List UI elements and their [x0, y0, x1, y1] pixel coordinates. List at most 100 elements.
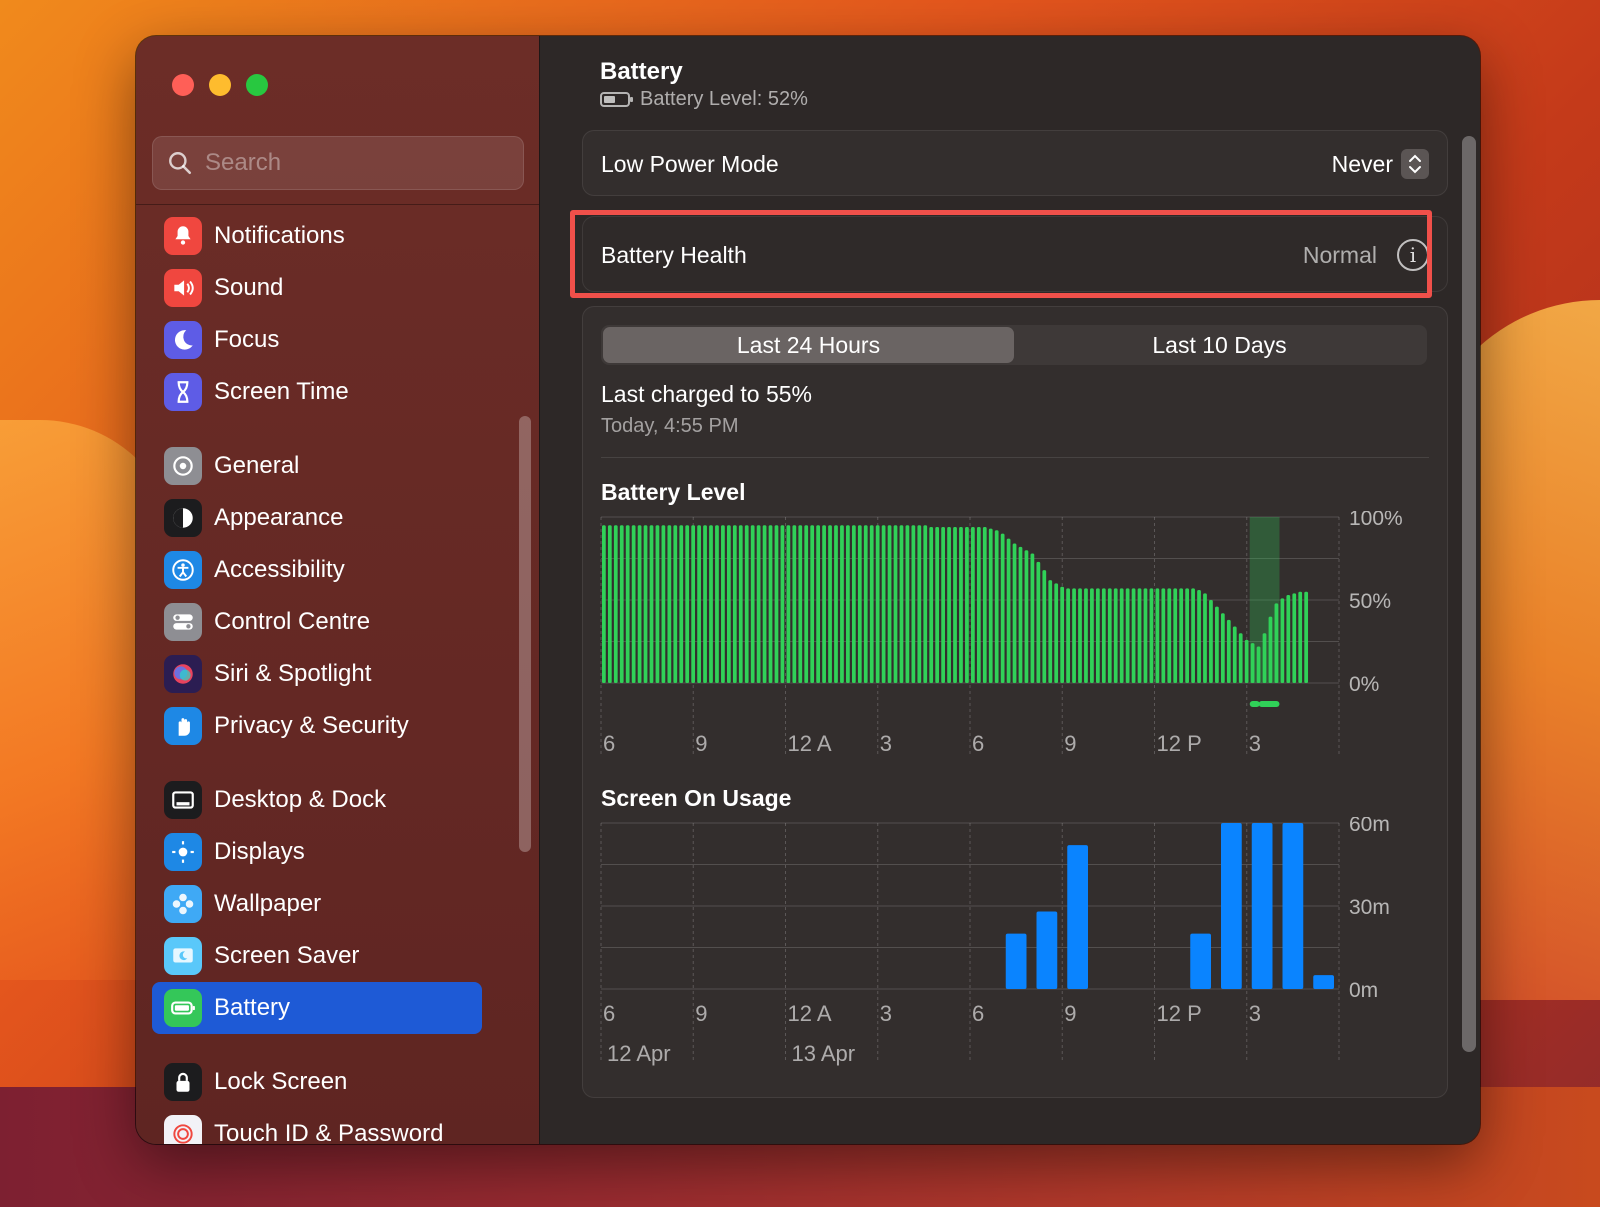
main-scrollbar[interactable]: [1462, 136, 1476, 1052]
battery-level-bar: [649, 525, 654, 683]
screen-usage-bar: [1221, 823, 1242, 989]
low-power-value: Never: [1331, 150, 1393, 177]
battery-level-bar: [1215, 606, 1219, 683]
battery-level-bar: [697, 525, 701, 683]
toggles-icon: [164, 603, 202, 641]
battery-level-bar: [1084, 588, 1088, 683]
close-button[interactable]: [172, 74, 194, 96]
battery-level-bar: [1042, 570, 1047, 683]
battery-level-bar: [607, 525, 612, 683]
battery-level-bar: [1119, 588, 1124, 683]
sidebar: Notifications Sound Focus Screen Time Genera…: [136, 36, 540, 1144]
battery-level-bar: [875, 525, 880, 683]
battery-level-bar: [965, 526, 969, 683]
tab-last-10-days[interactable]: Last 10 Days: [1014, 327, 1425, 363]
speaker-icon: [164, 269, 202, 307]
sidebar-item-desktop-dock[interactable]: Desktop & Dock: [152, 774, 492, 826]
battery-level-bar: [1173, 588, 1178, 683]
sidebar-item-siri-spotlight[interactable]: Siri & Spotlight: [152, 648, 492, 700]
y-tick-label: 50%: [1349, 590, 1391, 613]
sidebar-item-accessibility[interactable]: Accessibility: [152, 544, 492, 596]
battery-level-bar: [935, 526, 940, 683]
battery-level-bar: [643, 525, 648, 683]
battery-level-bar: [726, 525, 731, 683]
battery-level-bar: [768, 525, 773, 683]
sidebar-item-general[interactable]: General: [152, 440, 492, 492]
sidebar-item-focus[interactable]: Focus: [152, 314, 492, 366]
x-tick-label: 6: [972, 1001, 984, 1026]
charging-indicator: [1249, 701, 1260, 707]
battery-level-bar: [994, 530, 999, 683]
battery-level-bar: [673, 525, 678, 683]
battery-level-bar: [1161, 588, 1166, 683]
sidebar-item-appearance[interactable]: Appearance: [152, 492, 492, 544]
sidebar-item-control-centre[interactable]: Control Centre: [152, 596, 492, 648]
x-tick-label: 3: [880, 731, 892, 756]
sidebar-item-privacy-security[interactable]: Privacy & Security: [152, 700, 492, 752]
x-tick-label: 9: [1064, 731, 1076, 756]
battery-level-bar: [715, 525, 719, 683]
battery-level-bar: [1149, 588, 1154, 683]
tab-last-24-hours[interactable]: Last 24 Hours: [603, 327, 1014, 363]
battery-level-bar: [959, 526, 963, 683]
battery-level-bar: [947, 526, 951, 683]
battery-level-bar: [1101, 588, 1106, 683]
flower-icon: [164, 885, 202, 923]
search-field[interactable]: [152, 136, 524, 190]
screen-usage-bar: [1313, 975, 1334, 989]
sidebar-item-label: General: [214, 452, 300, 479]
battery-level-bar: [625, 525, 630, 683]
sidebar-item-lock-screen[interactable]: Lock Screen: [152, 1056, 492, 1108]
sidebar-item-touch-id-password[interactable]: Touch ID & Password: [152, 1108, 492, 1144]
sidebar-item-wallpaper[interactable]: Wallpaper: [152, 878, 492, 930]
battery-level-chart-title: Battery Level: [601, 479, 746, 505]
appearance-icon: [164, 499, 202, 537]
sidebar-item-label: Displays: [214, 838, 305, 865]
battery-level-bar: [905, 525, 910, 683]
minimize-button[interactable]: [209, 74, 231, 96]
sidebar-scrollbar[interactable]: [519, 416, 531, 852]
battery-level-bar: [929, 526, 934, 683]
battery-level-bar: [1036, 561, 1041, 683]
battery-level-bar: [1280, 598, 1285, 683]
battery-level-bar: [1304, 591, 1309, 683]
bell-icon: [164, 217, 202, 255]
sidebar-item-label: Privacy & Security: [214, 712, 409, 739]
battery-level-bar: [1054, 583, 1059, 683]
battery-level-bar: [792, 525, 797, 683]
battery-level-bar: [988, 528, 993, 683]
zoom-button[interactable]: [246, 74, 268, 96]
sidebar-item-screen-saver[interactable]: Screen Saver: [152, 930, 492, 982]
screen-on-usage-chart-title: Screen On Usage: [601, 785, 792, 811]
battery-level-bar: [1274, 603, 1279, 683]
battery-level-bar: [851, 525, 856, 683]
battery-level-bar: [846, 525, 850, 683]
sidebar-item-label: Wallpaper: [214, 890, 322, 917]
sidebar-item-displays[interactable]: Displays: [152, 826, 492, 878]
sidebar-item-screen-time[interactable]: Screen Time: [152, 366, 492, 418]
battery-level-bar: [1024, 550, 1029, 683]
sidebar-item-label: Lock Screen: [214, 1068, 348, 1095]
battery-level-bar: [941, 526, 945, 683]
battery-level-bar: [810, 525, 815, 683]
battery-level-bar: [881, 525, 886, 683]
charging-indicator: [1258, 701, 1280, 707]
y-tick-label: 100%: [1349, 511, 1403, 530]
battery-level-bar: [953, 526, 957, 683]
x-tick-label: 12 P: [1157, 1001, 1202, 1026]
x-tick-label: 12 A: [788, 1001, 832, 1026]
sidebar-item-notifications[interactable]: Notifications: [152, 210, 492, 262]
battery-level-bar: [602, 525, 606, 683]
sidebar-item-battery[interactable]: Battery: [152, 982, 482, 1034]
battery-level-bar: [1185, 588, 1190, 683]
battery-icon: [164, 989, 202, 1027]
battery-level-bar: [828, 525, 832, 683]
sidebar-item-sound[interactable]: Sound: [152, 262, 492, 314]
sidebar-item-label: Screen Saver: [214, 942, 360, 969]
low-power-select[interactable]: Never: [1332, 149, 1429, 179]
search-input[interactable]: [205, 149, 505, 177]
battery-level-chart: 6 9 12 A 3 6 9 12 P 3 100% 50% 0%: [600, 511, 1403, 757]
sidebar-item-label: Sound: [214, 274, 284, 301]
last-charged-text: Last charged to 55%: [601, 381, 812, 407]
sidebar-group: Desktop & Dock Displays Wallpaper Screen Sa…: [152, 774, 492, 1034]
